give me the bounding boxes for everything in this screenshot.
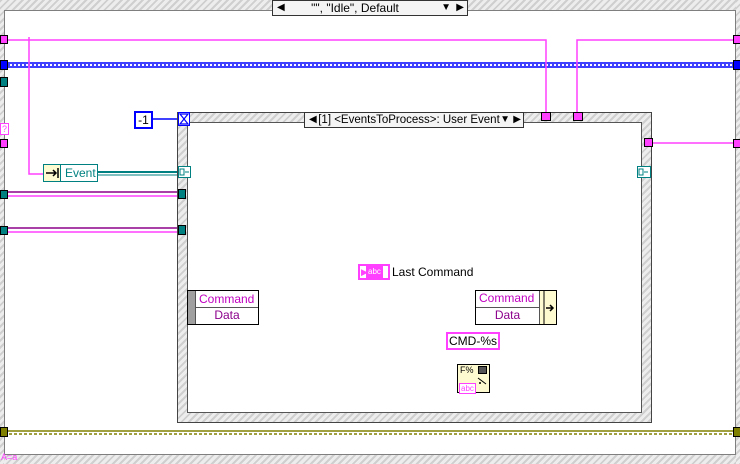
- event-data-command-label: Command: [199, 292, 255, 306]
- event-data-data-field[interactable]: Data: [196, 308, 258, 324]
- timeout-constant[interactable]: -1: [134, 111, 153, 129]
- event-refnum[interactable]: Event: [43, 164, 98, 182]
- format-glyph: F%: [460, 365, 474, 375]
- bundle-node[interactable]: Command Data: [475, 290, 557, 325]
- string-wire-top-right[interactable]: [576, 39, 736, 116]
- event-selector-label: [1] <EventsToProcess>: User Event: [318, 114, 500, 126]
- bundle-command-label: Command: [479, 291, 535, 305]
- shift-register-left-top[interactable]: [0, 35, 8, 44]
- hourglass-icon: [179, 113, 189, 125]
- tunnel-left-string[interactable]: [0, 139, 8, 148]
- event-tunnel-right[interactable]: [644, 138, 653, 147]
- bundle-command-field[interactable]: Command: [476, 291, 540, 308]
- event-tunnel-top-1[interactable]: [541, 112, 551, 121]
- timeout-constant-value: -1: [138, 113, 149, 127]
- event-data-command-field[interactable]: Command: [196, 292, 258, 308]
- event-selector-increment-icon[interactable]: ▶: [513, 113, 521, 127]
- event-refnum-label: Event: [65, 166, 96, 180]
- block-diagram: "", "Idle", Default ◀ ▼ ▶ ? A=a ◀ [1] <E…: [0, 0, 740, 464]
- dynamic-event-terminal-out[interactable]: [637, 166, 651, 178]
- format-cursor-icon: [477, 377, 487, 385]
- last-command-indicator[interactable]: abc ▶: [358, 264, 390, 280]
- format-output-label: abc: [459, 383, 476, 394]
- bundle-output-area: [540, 291, 556, 324]
- left-edge-label: ?: [0, 123, 10, 135]
- indicator-arrow-icon: ▶: [361, 267, 368, 277]
- event-selector-dropdown-icon[interactable]: ▼: [500, 113, 510, 127]
- tunnel-right-string[interactable]: [733, 139, 740, 148]
- bundle-data-field[interactable]: Data: [476, 308, 540, 324]
- tunnel-left-error[interactable]: [0, 427, 8, 437]
- tunnel-left-cluster-2[interactable]: [0, 226, 8, 235]
- format-into-string-node[interactable]: F% abc: [457, 364, 490, 394]
- tunnel-left-teal[interactable]: [0, 77, 8, 87]
- shift-register-right-top[interactable]: [733, 35, 740, 44]
- event-case-selector[interactable]: ◀ [1] <EventsToProcess>: User Event ▼ ▶: [304, 112, 524, 128]
- format-node-icon: [478, 366, 487, 374]
- event-data-node[interactable]: Command Data: [187, 290, 259, 325]
- event-tunnel-cluster-2[interactable]: [178, 225, 186, 235]
- arrow-right-icon: [46, 168, 59, 178]
- last-command-type-label: abc: [366, 266, 383, 278]
- event-data-node-bar: [188, 291, 196, 324]
- last-command-label: Last Command: [392, 265, 474, 279]
- event-tunnel-top-2[interactable]: [573, 112, 583, 121]
- tunnel-right-error[interactable]: [733, 427, 740, 437]
- event-reg-out-icon: [638, 168, 648, 176]
- dynamic-event-terminal-in[interactable]: [178, 166, 191, 178]
- bottom-left-label: A=a: [1, 452, 18, 462]
- event-tunnel-cluster-1[interactable]: [178, 189, 186, 199]
- format-string-constant[interactable]: CMD-%s: [446, 332, 500, 350]
- bundle-data-label: Data: [494, 308, 521, 322]
- tunnel-left-numeric[interactable]: [0, 60, 8, 70]
- bundle-icon: [543, 291, 555, 324]
- timeout-terminal[interactable]: [178, 112, 190, 126]
- tunnel-right-numeric[interactable]: [733, 60, 740, 70]
- string-wire-event[interactable]: [28, 37, 44, 175]
- event-data-data-label: Data: [214, 308, 240, 322]
- event-reg-icon: [179, 168, 189, 176]
- format-string-constant-value: CMD-%s: [449, 334, 497, 348]
- event-refnum-icon-box: [44, 165, 61, 181]
- tunnel-left-cluster-1[interactable]: [0, 190, 8, 199]
- string-wire-top-left[interactable]: [4, 39, 547, 116]
